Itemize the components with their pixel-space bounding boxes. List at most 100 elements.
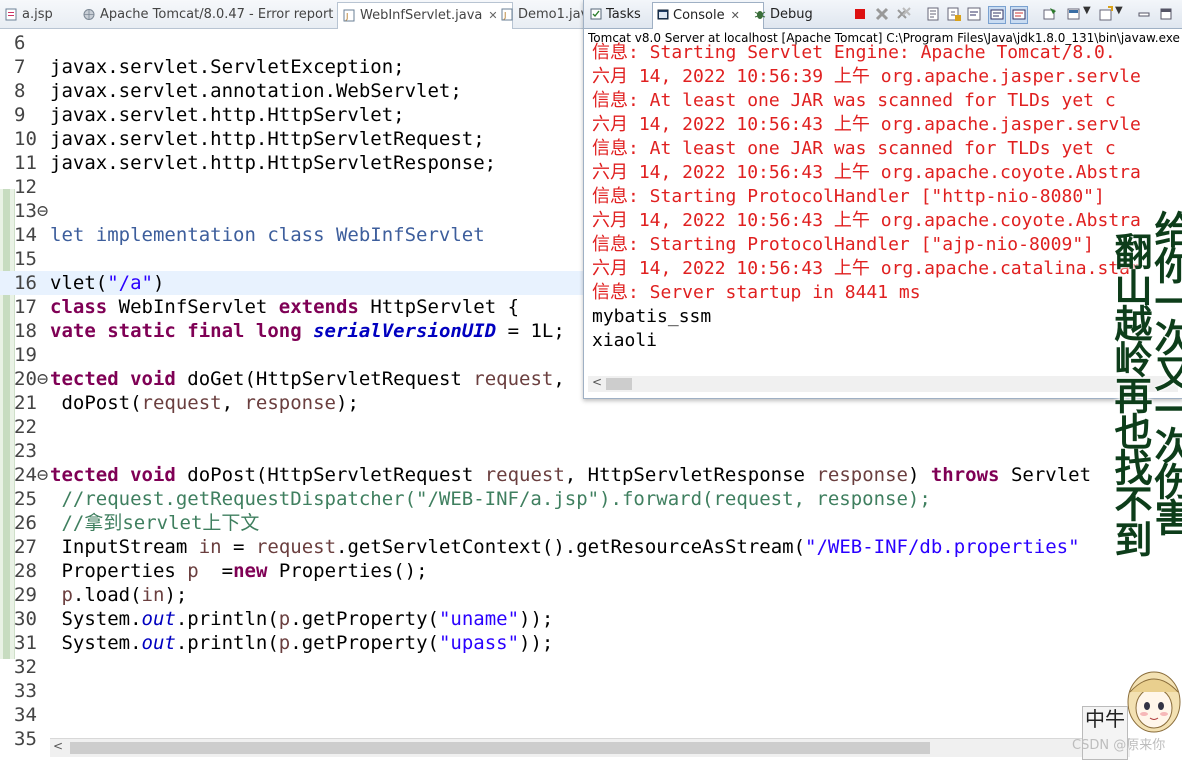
code-token: javax.servlet.ServletException; <box>50 56 405 78</box>
code-line[interactable]: 8 javax.servlet.annotation.WebServlet; <box>0 79 583 103</box>
code-token: , HttpServletResponse <box>564 464 817 486</box>
console-line: 六月 14, 2022 10:56:39 上午 org.apache.jaspe… <box>592 66 1141 87</box>
line-number: 19 <box>14 344 37 366</box>
console-line: 六月 14, 2022 10:56:43 上午 org.apache.coyot… <box>592 210 1141 231</box>
chevron-down-icon[interactable]: ▼ <box>1083 5 1091 16</box>
code-line[interactable]: 6 <box>0 31 583 55</box>
code-line[interactable]: 7 javax.servlet.ServletException; <box>0 55 583 79</box>
code-line[interactable]: 29 p.load(in); <box>0 583 1160 607</box>
terminate-icon[interactable] <box>852 6 868 22</box>
code-line[interactable]: 9 javax.servlet.http.HttpServlet; <box>0 103 583 127</box>
code-line[interactable]: 14 let implementation class WebInfServlet <box>0 223 583 247</box>
code-token: , <box>553 368 577 390</box>
editor-horizontal-scrollbar[interactable]: < <box>50 738 1130 757</box>
code-line[interactable]: 27 InputStream in = request.getServletCo… <box>0 535 1160 559</box>
code-line[interactable]: 31 System.out.println(p.getProperty("upa… <box>0 631 1160 655</box>
console-tab-bar: Tasks Console ✕ Debug ▼ ▼ <box>584 0 1182 29</box>
subtitle-left: 翻山越岭再也找不到 <box>1108 232 1152 556</box>
code-text: javax.servlet.http.HttpServletResponse; <box>50 151 496 175</box>
code-text: vlet("/a") <box>50 271 164 295</box>
browser-globe-icon <box>83 9 95 20</box>
code-token: in <box>198 536 222 558</box>
code-line[interactable]: 15 <box>0 247 583 271</box>
code-line[interactable]: 16 vlet("/a") <box>0 271 583 295</box>
code-text: tected void doGet(HttpServletRequest req… <box>50 367 576 391</box>
scroll-left-icon[interactable]: < <box>53 739 63 753</box>
word-wrap-icon[interactable] <box>966 6 982 22</box>
code-line[interactable]: 17 class WebInfServlet extends HttpServle… <box>0 295 583 319</box>
tab-error-report[interactable]: Apache Tomcat/8.0.47 - Error report <box>78 2 355 27</box>
line-number: 11 <box>14 152 37 174</box>
code-line[interactable]: 24⊖ tected void doPost(HttpServletRequest… <box>0 463 1160 487</box>
code-token: //拿到servlet上下文 <box>50 512 260 534</box>
code-line[interactable]: 11 javax.servlet.http.HttpServletResponse… <box>0 151 583 175</box>
code-token: javax.servlet.http.HttpServletResponse; <box>50 152 497 174</box>
line-number: 9 <box>14 104 26 126</box>
scrollbar-thumb[interactable] <box>70 742 930 754</box>
remove-all-icon[interactable] <box>896 6 912 22</box>
open-console-icon[interactable] <box>1098 6 1114 22</box>
line-number: 18 <box>14 320 37 342</box>
code-token: p <box>278 608 291 630</box>
code-text: System.out.println(p.getProperty("upass"… <box>50 631 553 655</box>
code-line[interactable]: 23 <box>0 439 583 463</box>
code-token: //request.getRequestDispatcher("/WEB-INF… <box>50 488 931 510</box>
code-token: ) <box>907 464 931 486</box>
code-line[interactable]: 26 //拿到servlet上下文 <box>0 511 1160 535</box>
line-number: 27 <box>14 536 37 558</box>
tab-a-jsp[interactable]: a.jsp <box>0 2 82 27</box>
code-token: let implementation class WebInfServlet <box>50 224 485 246</box>
console-view: Tasks Console ✕ Debug ▼ ▼ Tomcat v8.0 Ser… <box>583 0 1182 399</box>
svg-text:J: J <box>345 12 348 21</box>
tab-label: WebInfServlet.java <box>360 8 483 23</box>
code-line[interactable]: 32 <box>0 655 1160 679</box>
pin-console-icon[interactable] <box>1042 6 1058 22</box>
code-line[interactable]: 12 <box>0 175 583 199</box>
scroll-lock-icon[interactable] <box>946 6 962 22</box>
code-text: //request.getRequestDispatcher("/WEB-INF… <box>50 487 931 511</box>
show-on-stderr-icon[interactable] <box>1010 6 1028 24</box>
code-editor[interactable]: 6 7 javax.servlet.ServletException; 8 javax.… <box>0 29 1091 750</box>
code-line[interactable]: 30 System.out.println(p.getProperty("una… <box>0 607 1160 631</box>
line-number: 20⊖ <box>14 368 49 390</box>
scrollbar-thumb[interactable] <box>606 378 632 390</box>
code-line[interactable]: 20⊖ tected void doGet(HttpServletRequest … <box>0 367 583 391</box>
tab-debug[interactable]: Debug <box>750 2 830 27</box>
code-token: HttpServlet { <box>370 296 520 318</box>
code-token: "upass" <box>438 632 520 654</box>
code-line[interactable]: 18 vate static final long serialVersionUI… <box>0 319 583 343</box>
tab-tasks[interactable]: Tasks <box>586 2 650 27</box>
scroll-left-icon[interactable]: < <box>592 375 602 389</box>
code-line[interactable]: 19 <box>0 343 583 367</box>
clear-console-icon[interactable] <box>926 6 942 22</box>
code-token: System. <box>50 608 142 630</box>
console-horizontal-scrollbar[interactable]: < <box>588 375 1178 392</box>
display-console-icon[interactable] <box>1066 6 1082 22</box>
code-token: "uname" <box>438 608 520 630</box>
code-line[interactable]: 33 <box>0 679 1160 703</box>
code-line[interactable]: 28 Properties p =new Properties(); <box>0 559 1160 583</box>
chevron-down-icon[interactable]: ▼ <box>1115 5 1123 16</box>
tab-console[interactable]: Console ✕ <box>652 2 764 29</box>
remove-launch-icon[interactable] <box>874 6 890 22</box>
code-line[interactable]: 13⊖ <box>0 199 583 223</box>
code-text: javax.servlet.http.HttpServlet; <box>50 103 405 127</box>
code-line[interactable]: 34 <box>0 703 1160 727</box>
maximize-icon[interactable] <box>1158 6 1174 22</box>
close-icon[interactable]: ✕ <box>731 9 740 22</box>
code-token: request <box>484 464 565 486</box>
tab-webinfservlet-java[interactable]: J WebInfServlet.java ✕ <box>337 2 513 29</box>
code-line[interactable]: 21 doPost(request, response); <box>0 391 583 415</box>
code-token: )); <box>519 632 554 654</box>
code-token: class <box>50 296 119 318</box>
code-line[interactable]: 22 <box>0 415 583 439</box>
minimize-icon[interactable] <box>1136 6 1152 22</box>
line-number: 17 <box>14 296 37 318</box>
console-line: 信息: Starting Servlet Engine: Apache Tomc… <box>592 42 1116 63</box>
code-line[interactable]: 25 //request.getRequestDispatcher("/WEB-… <box>0 487 1160 511</box>
show-on-stdout-icon[interactable] <box>988 6 1006 24</box>
java-file-icon: J <box>343 9 355 22</box>
console-line: 信息: Starting ProtocolHandler ["http-nio-… <box>592 186 1105 207</box>
code-line[interactable]: 10 javax.servlet.http.HttpServletRequest; <box>0 127 583 151</box>
